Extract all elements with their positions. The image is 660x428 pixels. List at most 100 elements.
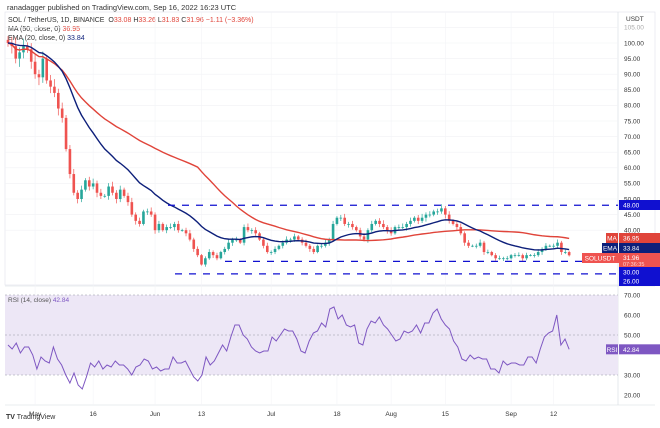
rsi-tick-label: 20.00 — [624, 392, 641, 399]
time-tick-label: 16 — [90, 411, 98, 418]
candle-body — [196, 248, 199, 256]
candle-body — [207, 252, 211, 259]
candle-body — [455, 223, 459, 228]
candle-body — [242, 227, 246, 243]
candle-body — [126, 195, 130, 203]
candle-body — [416, 217, 420, 221]
candle-body — [95, 183, 99, 193]
candle-body — [529, 255, 532, 256]
candle-body — [277, 245, 281, 249]
time-tick-label: Sep — [505, 411, 517, 418]
candle-body — [505, 258, 509, 260]
tradingview-logo[interactable]: TV TradingView — [6, 414, 55, 421]
price-tick-label: 60.00 — [624, 165, 641, 172]
candle-body — [347, 223, 350, 225]
time-tick-label: 13 — [198, 411, 206, 418]
candle-body — [563, 252, 567, 253]
level-48-badge: 48.00 — [623, 203, 640, 210]
level-30-badge: 30.00 — [623, 270, 640, 277]
candle-body — [362, 236, 366, 240]
candle-body — [444, 208, 447, 215]
candle-body — [273, 248, 277, 253]
candle-body — [293, 236, 296, 240]
candle-body — [33, 61, 37, 75]
candle-body — [180, 230, 184, 231]
rsi-tick-label: 70.00 — [624, 292, 641, 299]
candle-body — [304, 242, 308, 246]
candle-body — [536, 252, 540, 256]
price-tick-label: 85.00 — [624, 87, 641, 94]
candle-body — [134, 214, 138, 221]
candle-body — [72, 174, 76, 193]
candle-body — [486, 252, 490, 253]
brand-label: TradingView — [16, 414, 56, 421]
ma-badge: 36.95 — [623, 236, 640, 243]
symbol-badge: SOLUSDT — [585, 256, 616, 263]
candle-body — [471, 245, 474, 247]
candle-body — [219, 252, 223, 259]
candle-body — [478, 242, 482, 246]
candle-body — [552, 245, 555, 247]
rsi-legend[interactable]: RSI (14, close) 42.84 — [8, 297, 69, 304]
candle-body — [250, 230, 254, 231]
candle-body — [204, 258, 207, 265]
candle-body — [525, 255, 528, 259]
candle-body — [107, 186, 110, 196]
candle-body — [401, 227, 405, 228]
candle-body — [517, 255, 521, 256]
price-chart[interactable]: USDT 105.00 100.00 95.00 90.00 85.00 80.00 75.0… — [0, 0, 660, 428]
candle-body — [474, 245, 478, 247]
candle-body — [451, 220, 455, 224]
candle-body — [157, 223, 161, 231]
candle-body — [200, 255, 203, 265]
candle-body — [130, 202, 134, 215]
candle-body — [103, 195, 107, 197]
candle-body — [138, 220, 141, 224]
candle-body — [165, 227, 168, 231]
candle-body — [463, 233, 466, 243]
price-tick-label: 80.00 — [624, 103, 641, 110]
candle-body — [215, 255, 219, 259]
candle-body — [420, 217, 424, 221]
rsi-tick-label: 50.00 — [624, 332, 641, 339]
candle-body — [428, 214, 432, 216]
candle-body — [289, 239, 292, 241]
candle-body — [146, 211, 149, 213]
price-tick-label: 100.00 — [624, 40, 644, 47]
candle-body — [192, 239, 196, 249]
ema-badge: 33.84 — [623, 246, 640, 253]
candle-body — [122, 189, 126, 196]
candle-body — [370, 223, 374, 231]
time-tick-label: Aug — [385, 411, 397, 418]
time-tick-label: 18 — [333, 411, 341, 418]
candle-body — [265, 245, 269, 253]
candle-body — [498, 258, 501, 260]
time-tick-label: Jun — [150, 411, 161, 418]
candle-body — [296, 236, 300, 240]
candle-body — [99, 192, 103, 196]
candle-body — [118, 189, 122, 199]
price-tick-label: 65.00 — [624, 150, 641, 157]
candle-body — [312, 248, 316, 253]
time-tick-label: Jul — [267, 411, 276, 418]
price-tick-label: 90.00 — [624, 72, 641, 79]
candle-body — [440, 208, 443, 212]
candle-body — [521, 255, 525, 259]
candle-body — [316, 245, 319, 253]
candle-body — [115, 192, 118, 199]
rsi-legend-label: RSI (14, close) — [8, 297, 51, 304]
candle-body — [76, 192, 79, 199]
ma-badge-label: MA — [607, 236, 617, 243]
candle-body — [18, 52, 21, 59]
candle-body — [533, 255, 536, 256]
time-tick-label: 15 — [442, 411, 450, 418]
rsi-badge-label: RSI — [607, 347, 618, 354]
rsi-legend-value: 42.84 — [52, 297, 70, 304]
candle-body — [432, 211, 435, 215]
candle-body — [308, 245, 312, 249]
candle-body — [49, 80, 52, 87]
candle-body — [188, 233, 192, 240]
candle-body — [246, 227, 250, 231]
candle-body — [502, 258, 505, 260]
candle-body — [68, 149, 72, 175]
